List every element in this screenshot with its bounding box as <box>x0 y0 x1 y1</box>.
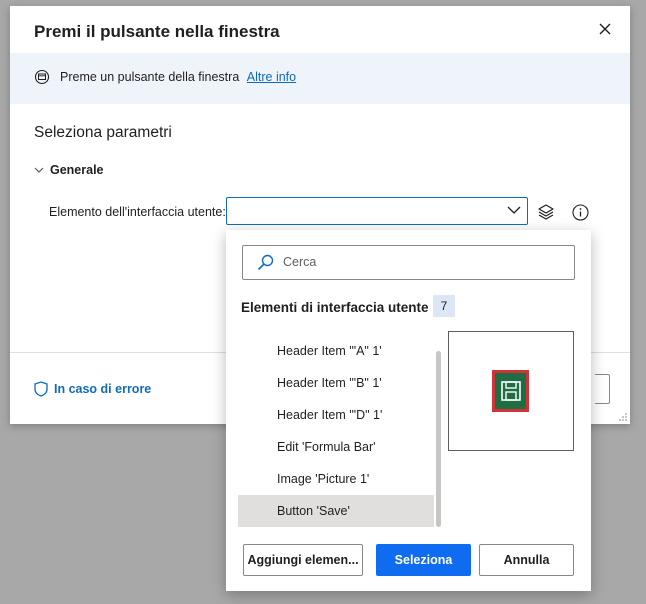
on-error-link[interactable]: In caso di errore <box>34 381 151 397</box>
group-label: Generale <box>50 163 104 177</box>
list-scrollbar[interactable] <box>436 351 441 527</box>
window-action-icon <box>34 69 50 85</box>
list-item[interactable]: Image 'Picture 1' <box>238 463 434 495</box>
list-item[interactable]: Header Item '"B" 1' <box>238 367 434 399</box>
search-input[interactable] <box>283 252 563 272</box>
search-icon <box>257 254 274 271</box>
info-text: Preme un pulsante della finestra Altre i… <box>60 70 296 84</box>
resize-grip-icon[interactable] <box>618 412 628 422</box>
list-item-selected[interactable]: Button 'Save' <box>238 495 434 527</box>
on-error-label: In caso di errore <box>54 382 152 396</box>
count-badge: 7 <box>433 295 455 317</box>
dialog-title: Premi il pulsante nella finestra <box>34 22 280 41</box>
ui-element-picker: Elementi di interfaccia utente 7 Header … <box>226 230 591 591</box>
group-header-generale[interactable]: Generale <box>34 163 104 177</box>
more-info-link[interactable]: Altre info <box>247 70 296 84</box>
info-description: Preme un pulsante della finestra <box>60 70 240 84</box>
list-item[interactable]: Edit 'Formula Bar' <box>238 431 434 463</box>
ui-element-dropdown[interactable] <box>226 197 528 225</box>
chevron-down-icon <box>34 167 44 173</box>
info-bar: Preme un pulsante della finestra Altre i… <box>10 53 630 104</box>
layers-icon[interactable] <box>537 203 555 221</box>
list-item[interactable]: Header Item '"D" 1' <box>238 399 434 431</box>
list-title: Elementi di interfaccia utente <box>241 300 429 315</box>
search-box[interactable] <box>242 245 575 280</box>
close-icon[interactable] <box>596 20 614 38</box>
chevron-down-icon <box>507 206 521 214</box>
preview-image <box>492 370 529 412</box>
section-title: Seleziona parametri <box>34 124 172 141</box>
add-element-button[interactable]: Aggiungi elemen... <box>243 544 363 576</box>
element-preview <box>448 331 574 451</box>
info-icon[interactable] <box>572 204 589 221</box>
cancel-button[interactable]: Annulla <box>479 544 574 576</box>
list-item[interactable]: Header Item '"A" 1' <box>238 335 434 367</box>
shield-icon <box>34 381 48 397</box>
field-label: Elemento dell'interfaccia utente: <box>49 205 226 219</box>
ui-element-list: Header Item '"A" 1' Header Item '"B" 1' … <box>238 335 434 527</box>
save-icon <box>500 381 521 401</box>
select-button[interactable]: Seleziona <box>376 544 471 576</box>
footer-button-partial[interactable] <box>595 374 610 404</box>
